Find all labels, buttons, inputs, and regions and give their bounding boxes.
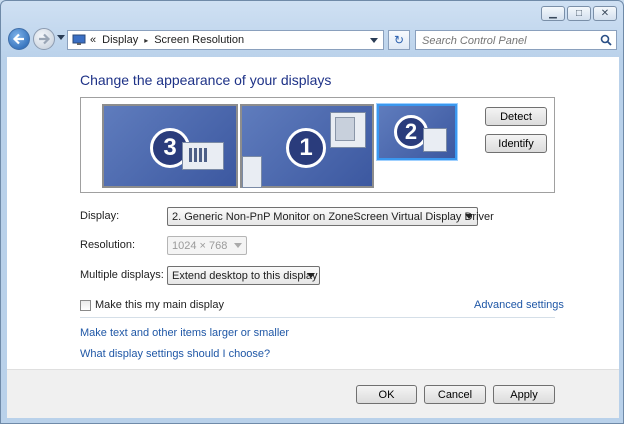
minimize-icon: ▁	[549, 7, 557, 19]
monitor-1-taskbar-icon	[242, 156, 262, 188]
apply-button[interactable]: Apply	[493, 385, 555, 404]
search-icon[interactable]	[600, 34, 612, 46]
display-select[interactable]: 2. Generic Non-PnP Monitor on ZoneScreen…	[167, 207, 494, 226]
monitor-3-settings-icon	[182, 142, 224, 170]
maximize-button[interactable]: □	[567, 6, 591, 21]
caption-buttons: ▁ □ ✕	[541, 6, 617, 21]
chevron-down-icon	[307, 273, 315, 278]
back-arrow-icon	[12, 33, 24, 45]
monitor-arrangement: 3 1 2 Detect Identify	[80, 97, 555, 193]
identify-button[interactable]: Identify	[485, 134, 547, 153]
content-pane: Change the appearance of your displays 3…	[7, 57, 619, 369]
back-button[interactable]	[8, 28, 30, 50]
breadcrumb-screen-resolution[interactable]: Screen Resolution	[154, 34, 244, 46]
display-help-link[interactable]: What display settings should I choose?	[80, 348, 270, 360]
chevron-down-icon	[234, 243, 242, 248]
monitor-3[interactable]: 3	[102, 104, 238, 188]
refresh-button[interactable]: ↻	[388, 30, 410, 50]
monitor-2-settings-icon	[423, 128, 447, 152]
breadcrumb-separator-icon[interactable]: ▸	[144, 36, 148, 45]
multiple-displays-select[interactable]: Extend desktop to this display	[167, 266, 320, 285]
monitor-1[interactable]: 1	[240, 104, 374, 188]
refresh-icon: ↻	[393, 33, 405, 47]
forward-button[interactable]	[33, 28, 55, 50]
cancel-button[interactable]: Cancel	[424, 385, 486, 404]
resolution-select: 1024 × 768	[167, 236, 247, 255]
chevron-down-icon	[465, 214, 473, 219]
breadcrumb: « Display ▸ Screen Resolution	[90, 34, 244, 46]
search-box[interactable]	[415, 30, 617, 50]
divider	[80, 317, 555, 318]
ok-button[interactable]: OK	[356, 385, 417, 404]
monitor-1-number: 1	[286, 128, 326, 168]
recent-pages-dropdown[interactable]	[57, 35, 65, 40]
dialog-footer: OK Cancel Apply	[7, 369, 619, 418]
main-display-label[interactable]: Make this my main display	[95, 299, 224, 311]
close-icon: ✕	[600, 7, 610, 19]
text-size-link[interactable]: Make text and other items larger or smal…	[80, 327, 289, 339]
minimize-button[interactable]: ▁	[541, 6, 565, 21]
main-display-checkbox[interactable]	[80, 300, 91, 311]
monitor-icon	[72, 34, 86, 45]
navigation-bar: « Display ▸ Screen Resolution ↻	[5, 27, 619, 53]
multiple-displays-label: Multiple displays:	[80, 269, 164, 281]
resolution-select-value: 1024 × 768	[172, 239, 228, 252]
close-button[interactable]: ✕	[593, 6, 617, 21]
display-label: Display:	[80, 210, 120, 222]
display-select-value: 2. Generic Non-PnP Monitor on ZoneScreen…	[172, 210, 494, 223]
maximize-icon: □	[575, 7, 583, 19]
address-dropdown[interactable]	[370, 38, 378, 43]
address-bar[interactable]: « Display ▸ Screen Resolution	[67, 30, 384, 50]
multiple-displays-select-value: Extend desktop to this display	[172, 269, 318, 282]
page-title: Change the appearance of your displays	[80, 72, 332, 88]
screen-resolution-window: ▁ □ ✕ « Display ▸ Screen Resolution ↻ Se…	[0, 0, 624, 424]
search-input[interactable]	[420, 32, 600, 50]
advanced-settings-link[interactable]: Advanced settings	[474, 299, 564, 311]
resolution-label: Resolution:	[80, 239, 136, 251]
monitor-1-window-icon	[330, 112, 366, 148]
breadcrumb-display[interactable]: Display	[102, 34, 138, 46]
forward-arrow-icon	[39, 33, 51, 45]
monitor-2[interactable]: 2	[377, 104, 457, 160]
detect-button[interactable]: Detect	[485, 107, 547, 126]
breadcrumb-root[interactable]: «	[90, 34, 96, 46]
